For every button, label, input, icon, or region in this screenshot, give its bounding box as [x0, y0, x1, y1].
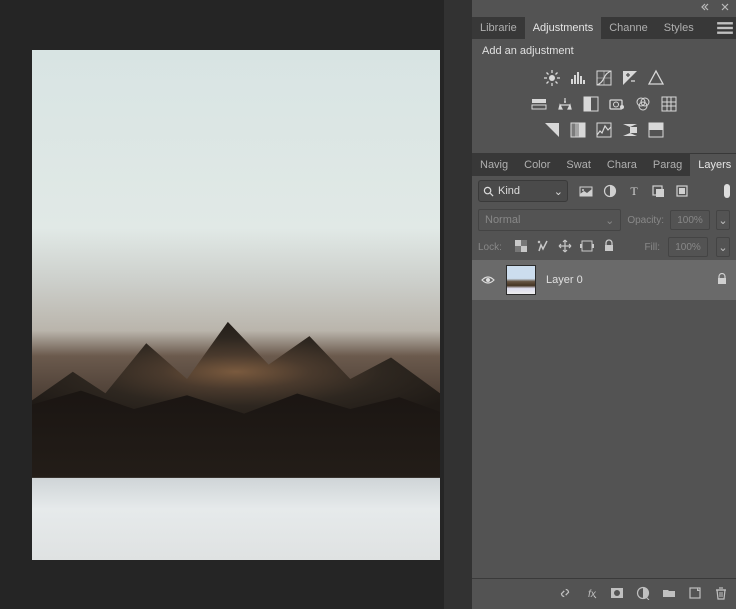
- tab-navigator[interactable]: Navig: [472, 154, 516, 176]
- layers-panel-body: Kind ⌄ T Normal⌄ Opacity: 100% ⌄ Lock:: [472, 176, 736, 609]
- adjustments-tabs: Librarie Adjustments Channe Styles: [472, 17, 736, 39]
- tab-color[interactable]: Color: [516, 154, 558, 176]
- filter-pixel-icon[interactable]: [576, 181, 596, 201]
- tab-character[interactable]: Chara: [599, 154, 645, 176]
- color-balance-icon[interactable]: [555, 94, 575, 114]
- layer-lock-icon[interactable]: [716, 273, 728, 288]
- layer-name[interactable]: Layer 0: [546, 274, 583, 286]
- layer-filter-row: Kind ⌄ T: [472, 176, 736, 206]
- lock-image-icon[interactable]: [536, 239, 550, 256]
- layer-list: Layer 0: [472, 260, 736, 578]
- gradient-map-icon[interactable]: [620, 120, 640, 140]
- opacity-value[interactable]: 100%: [670, 210, 710, 230]
- color-lookup-icon[interactable]: [659, 94, 679, 114]
- right-panels: Librarie Adjustments Channe Styles Add a…: [472, 0, 736, 609]
- layer-thumbnail[interactable]: [506, 265, 536, 295]
- adjustments-grid: [472, 61, 736, 153]
- posterize-icon[interactable]: [568, 120, 588, 140]
- opacity-dropdown-icon[interactable]: ⌄: [716, 210, 730, 230]
- tab-swatches[interactable]: Swat: [558, 154, 598, 176]
- fill-label: Fill:: [644, 242, 660, 253]
- layer-kind-select[interactable]: Kind ⌄: [478, 180, 568, 202]
- exposure-icon[interactable]: [620, 68, 640, 88]
- blend-mode-select[interactable]: Normal⌄: [478, 209, 621, 231]
- tab-layers[interactable]: Layers: [690, 154, 736, 176]
- filter-smartobject-icon[interactable]: [672, 181, 692, 201]
- kind-label: Kind: [498, 185, 520, 197]
- tab-libraries[interactable]: Librarie: [472, 17, 525, 39]
- layer-row[interactable]: Layer 0: [472, 260, 736, 300]
- panel-top-bar: [472, 0, 736, 17]
- lock-all-icon[interactable]: [602, 239, 616, 256]
- canvas-workspace: [0, 0, 472, 609]
- lock-row: Lock: Fill: 100% ⌄: [472, 234, 736, 260]
- lock-label: Lock:: [478, 242, 502, 253]
- svg-text:fx: fx: [588, 589, 597, 600]
- adjustments-panel-menu-icon[interactable]: [714, 17, 736, 39]
- fill-dropdown-icon[interactable]: ⌄: [716, 237, 730, 257]
- hue-saturation-icon[interactable]: [529, 94, 549, 114]
- link-layers-icon[interactable]: [558, 586, 572, 603]
- filter-adjustment-icon[interactable]: [600, 181, 620, 201]
- close-icon[interactable]: [720, 2, 730, 15]
- selective-color-icon[interactable]: [646, 120, 666, 140]
- tab-channels[interactable]: Channe: [601, 17, 656, 39]
- lock-position-icon[interactable]: [558, 239, 572, 256]
- filter-shape-icon[interactable]: [648, 181, 668, 201]
- group-icon[interactable]: [662, 586, 676, 603]
- lock-transparency-icon[interactable]: [514, 239, 528, 256]
- adjustment-layer-icon[interactable]: [636, 586, 650, 603]
- tab-adjustments[interactable]: Adjustments: [525, 17, 602, 39]
- layer-mask-icon[interactable]: [610, 586, 624, 603]
- collapse-icon[interactable]: [700, 2, 710, 15]
- vibrance-icon[interactable]: [646, 68, 666, 88]
- blend-row: Normal⌄ Opacity: 100% ⌄: [472, 206, 736, 234]
- curves-icon[interactable]: [594, 68, 614, 88]
- new-layer-icon[interactable]: [688, 586, 702, 603]
- layers-footer: fx: [472, 578, 736, 609]
- levels-icon[interactable]: [568, 68, 588, 88]
- lock-artboard-icon[interactable]: [580, 239, 594, 256]
- fill-value[interactable]: 100%: [668, 237, 708, 257]
- visibility-toggle-icon[interactable]: [480, 275, 496, 285]
- layers-tabs: Navig Color Swat Chara Parag Layers: [472, 154, 736, 176]
- brightness-contrast-icon[interactable]: [542, 68, 562, 88]
- filter-toggle-switch[interactable]: [724, 184, 730, 198]
- tab-paragraph[interactable]: Parag: [645, 154, 690, 176]
- black-white-icon[interactable]: [581, 94, 601, 114]
- svg-text:T: T: [630, 184, 638, 198]
- delete-layer-icon[interactable]: [714, 586, 728, 603]
- invert-icon[interactable]: [542, 120, 562, 140]
- threshold-icon[interactable]: [594, 120, 614, 140]
- opacity-label: Opacity:: [627, 215, 664, 226]
- tab-styles[interactable]: Styles: [656, 17, 702, 39]
- channel-mixer-icon[interactable]: [633, 94, 653, 114]
- photo-filter-icon[interactable]: [607, 94, 627, 114]
- document-canvas[interactable]: [32, 50, 440, 560]
- adjustments-header: Add an adjustment: [472, 39, 736, 61]
- filter-type-icon[interactable]: T: [624, 181, 644, 201]
- layer-style-icon[interactable]: fx: [584, 586, 598, 603]
